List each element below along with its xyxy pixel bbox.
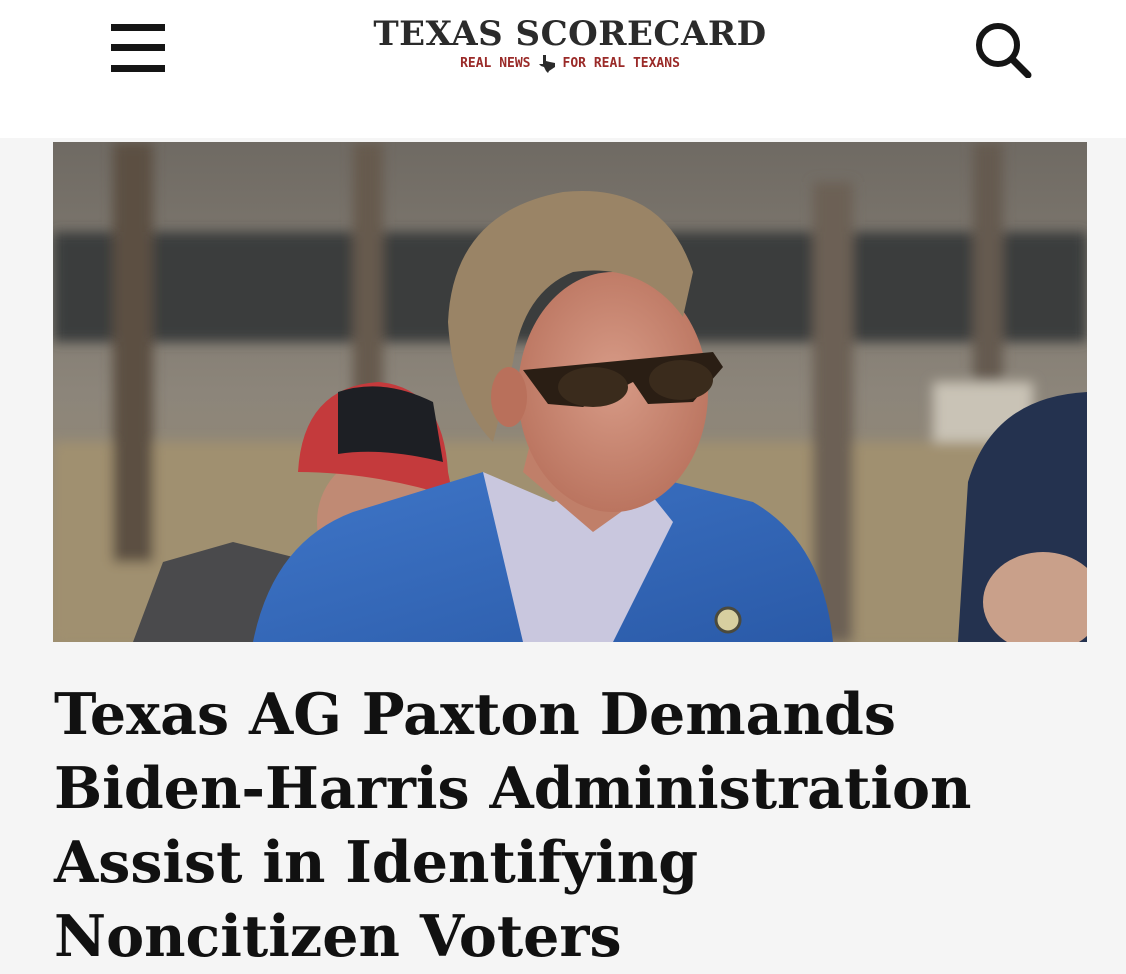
search-icon — [976, 23, 1032, 79]
hamburger-menu-icon-bar — [111, 44, 165, 51]
search-button[interactable] — [974, 22, 1032, 79]
texas-state-icon — [538, 55, 555, 73]
logo-tagline: REAL NEWS FOR REAL TEXANS — [358, 54, 782, 74]
logo-tagline-right: FOR REAL TEXANS — [562, 56, 680, 71]
article-headline[interactable]: Texas AG Paxton Demands Biden-Harris Adm… — [54, 678, 1054, 974]
menu-button[interactable] — [111, 24, 165, 72]
site-header: TEXAS SCORECARD REAL NEWS FOR REAL TEXAN… — [0, 0, 1126, 138]
hero-photo[interactable] — [53, 142, 1087, 642]
article-photo — [53, 142, 1087, 642]
hamburger-menu-icon-bar — [111, 65, 165, 72]
logo-title: TEXAS SCORECARD — [373, 14, 767, 54]
site-logo[interactable]: TEXAS SCORECARD REAL NEWS FOR REAL TEXAN… — [358, 14, 782, 80]
logo-tagline-left: REAL NEWS — [460, 56, 531, 71]
hamburger-menu-icon — [111, 24, 165, 31]
